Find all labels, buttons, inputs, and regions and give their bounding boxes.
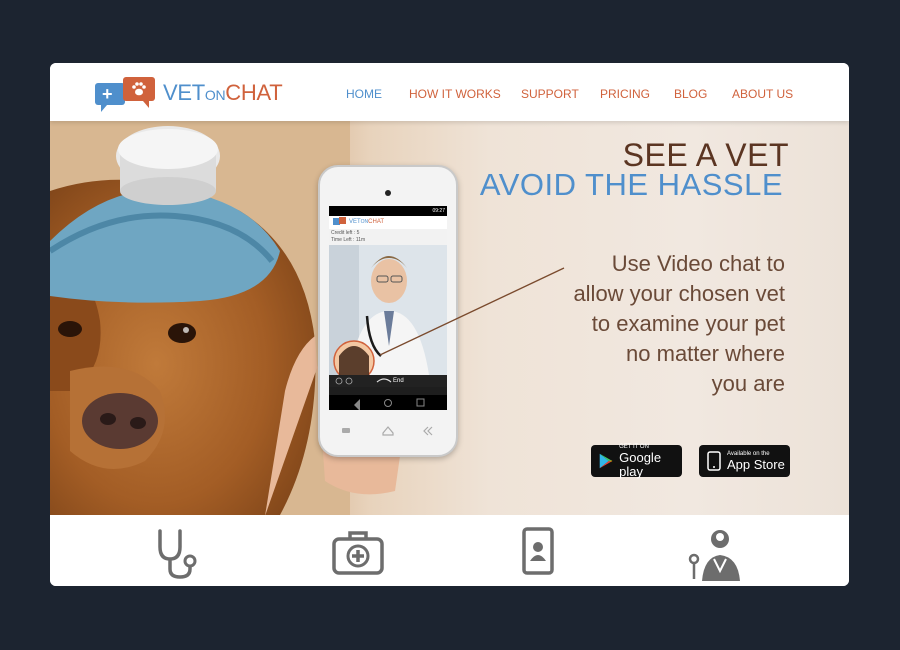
tablet-user-icon[interactable]	[510, 525, 566, 581]
hero-description: Use Video chat to allow your chosen vet …	[573, 251, 785, 396]
website-window: + VETONCHAT HOME HOW IT WORKS SUPPORT PR…	[50, 63, 849, 586]
logo-wordmark: VETONCHAT	[163, 80, 283, 105]
features-strip	[50, 515, 849, 586]
medical-kit-icon[interactable]	[330, 525, 386, 581]
paw-bubble-icon	[123, 77, 155, 108]
nav-about-us[interactable]: ABOUT US	[732, 87, 793, 101]
iphone-icon	[707, 451, 721, 471]
google-play-button[interactable]: GET IT ON Google play	[591, 444, 682, 478]
doctor-icon[interactable]	[686, 525, 742, 581]
hero-title-line2: AVOID THE HASSLE	[479, 167, 783, 202]
nav-how-it-works[interactable]: HOW IT WORKS	[409, 87, 501, 101]
nav-pricing[interactable]: PRICING	[600, 87, 650, 101]
nav-blog[interactable]: BLOG	[674, 87, 707, 101]
nav-home[interactable]: HOME	[346, 87, 382, 101]
nav-support[interactable]: SUPPORT	[521, 87, 579, 101]
site-header: + VETONCHAT HOME HOW IT WORKS SUPPORT PR…	[50, 63, 849, 121]
google-play-icon	[599, 453, 613, 469]
vetonchat-logo[interactable]: + VETONCHAT	[95, 77, 283, 112]
medical-cross-bubble-icon: +	[95, 83, 125, 112]
app-store-button[interactable]: Available on the App Store	[699, 445, 790, 477]
stethoscope-icon[interactable]	[150, 525, 206, 581]
logo-bubbles-icon: +	[95, 77, 157, 112]
